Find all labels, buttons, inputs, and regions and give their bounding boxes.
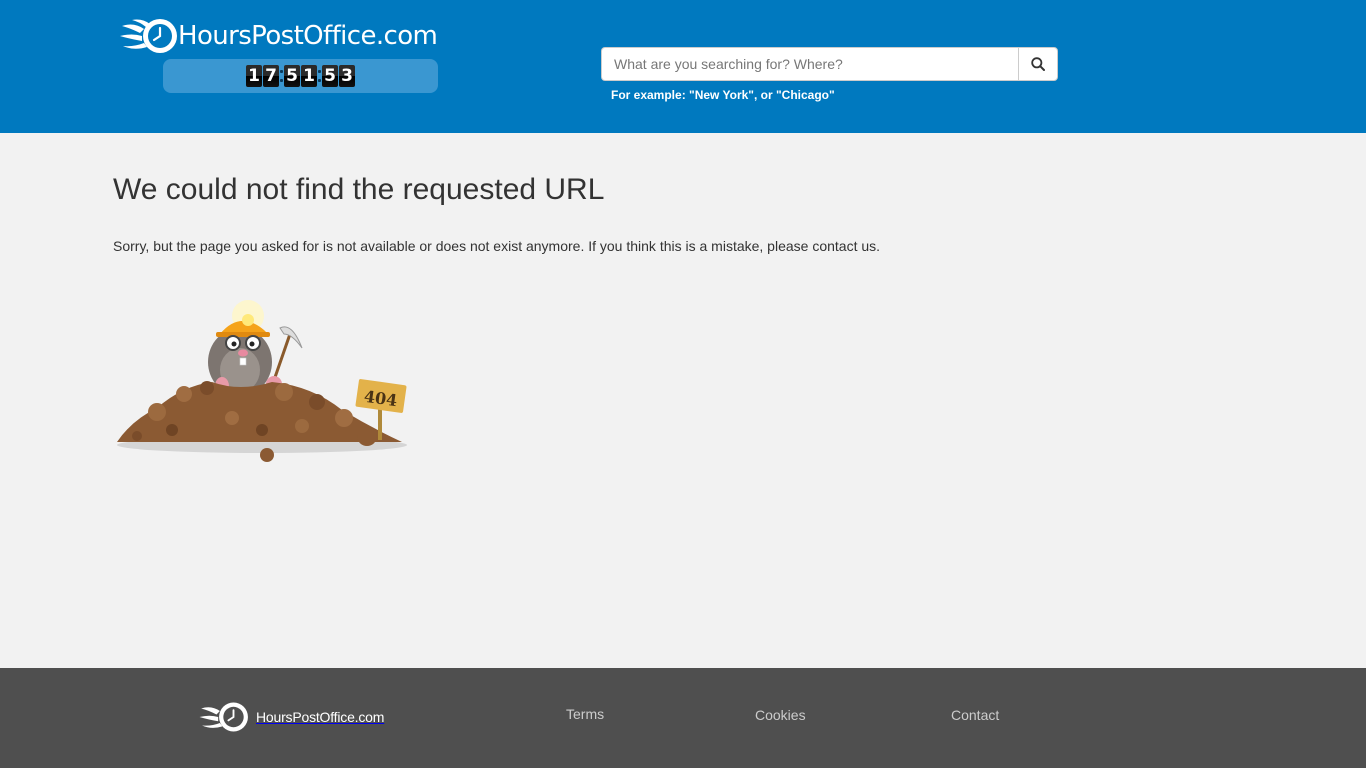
footer-logo-link[interactable]: HoursPostOffice.com [197,700,384,734]
clock-digit: 5 [284,65,300,87]
error-message: Sorry, but the page you asked for is not… [113,238,881,254]
clock-display: 1 7 5 1 5 3 [246,65,355,87]
mole-404-illustration: 404 [117,300,407,462]
search-form [601,47,1058,81]
clock-minutes: 5 1 [284,65,317,87]
footer-site-name: HoursPostOffice.com [256,709,385,725]
search-icon [1031,57,1045,71]
clock-seconds: 5 3 [322,65,355,87]
site-logo-link[interactable]: HoursPostOffice.com [120,16,438,56]
search-example-hint: For example: "New York", or "Chicago" [611,88,835,102]
search-button[interactable] [1018,47,1058,81]
footer-link-cookies[interactable]: Cookies [755,707,806,723]
clock-digit: 1 [246,65,262,87]
clock-logo-icon [120,19,177,53]
clock-bar: 1 7 5 1 5 3 [163,59,438,93]
site-footer: HoursPostOffice.com Terms Cookies Contac… [0,668,1366,768]
clock-separator [280,70,283,82]
clock-digit: 5 [322,65,338,87]
footer-link-contact[interactable]: Contact [951,707,999,723]
site-header: HoursPostOffice.com 1 7 5 1 5 3 What are… [0,0,1366,133]
clock-digit: 7 [263,65,279,87]
clock-logo-icon [199,702,248,732]
clock-digit: 1 [301,65,317,87]
footer-link-terms[interactable]: Terms [566,706,604,722]
search-input[interactable] [601,47,1018,81]
page-title: We could not find the requested URL [113,173,605,206]
clock-digit: 3 [339,65,355,87]
clock-separator [318,70,321,82]
clock-hours: 1 7 [246,65,279,87]
site-name: HoursPostOffice.com [178,21,438,51]
